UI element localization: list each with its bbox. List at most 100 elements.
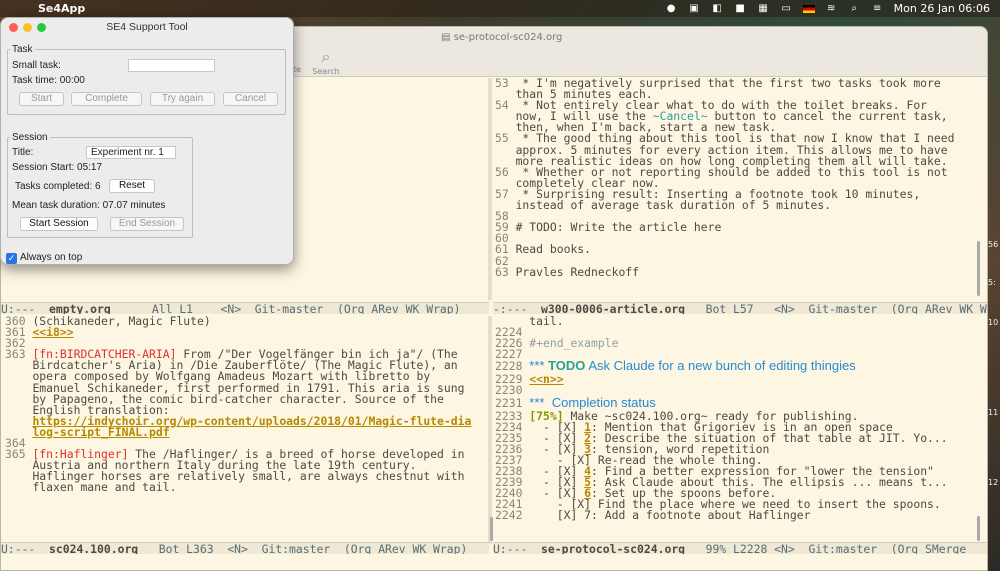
line-text: Pravles Redneckoff <box>515 264 640 279</box>
session-start-readout: Session Start: 05:17 <box>12 162 103 173</box>
modeline-empty-org[interactable]: U:--- empty.org All L1 <N> Git-master (O… <box>1 302 489 314</box>
line-text: instead of average task duration of 5 mi… <box>515 198 832 213</box>
modeline-info: 99% L2228 <N> Git:master (Org SMerge <box>685 542 967 554</box>
scrollbar-protocol[interactable] <box>977 516 980 541</box>
line-text: Read books. <box>515 242 592 257</box>
background-window-edge: 5: <box>988 278 996 287</box>
editor-line[interactable]: 361 <<i8>> <box>5 325 487 340</box>
heading-text: Ask Claude for a new bunch of editing th… <box>585 358 856 374</box>
org-link: <<i8>> <box>32 325 74 340</box>
cancel-task-button[interactable]: Cancel <box>223 92 278 106</box>
document-icon: ▤ <box>441 32 454 43</box>
window-icon[interactable]: ▭ <box>780 3 793 14</box>
modeline-status: U:--- <box>493 542 542 554</box>
modeline-sc024-org[interactable]: U:--- sc024.100.org Bot L363 <N> Git:mas… <box>1 542 489 554</box>
menubar: Se4App ● ▣ ◧ ■ ▦ ▭ ≋ ⌕ ≡ Mon 26 Jan 06:0… <box>0 0 1000 17</box>
lock-icon[interactable]: ▣ <box>688 3 701 14</box>
line-text: tail. <box>529 316 564 328</box>
editor-pane-protocol[interactable]: tail. 2224 2226 #+end_example 2227 2228 **… <box>495 316 973 542</box>
line-text: flaxen mane and tail. <box>32 480 177 495</box>
editor-line[interactable]: flaxen mane and tail. <box>5 482 487 493</box>
editor-line[interactable]: 2228 *** TODO Ask Claude for a new bunch… <box>495 358 973 374</box>
toolbar-search-button[interactable]: ⌕ Search <box>311 47 341 76</box>
modeline-info: Bot L57 <N> Git-master (Org ARev WK Wrap… <box>685 302 988 314</box>
search-icon[interactable]: ⌕ <box>848 3 861 14</box>
always-on-top-label[interactable]: Always on top <box>20 252 82 263</box>
heading-stars: *** <box>529 394 549 410</box>
editor-line[interactable]: 2226 #+end_example <box>495 336 973 351</box>
task-time-readout: Task time: 00:00 <box>12 75 85 86</box>
square-status-icon[interactable]: ■ <box>734 3 747 14</box>
grid-icon[interactable]: ▦ <box>757 3 770 14</box>
org-heading: *** TODO Ask Claude for a new bunch of e… <box>529 358 855 373</box>
window-divider[interactable] <box>488 78 492 300</box>
circle-status-icon[interactable]: ● <box>665 3 678 14</box>
reset-button[interactable]: Reset <box>109 179 155 193</box>
heading-stars: *** <box>529 358 549 374</box>
status-icon[interactable]: ◧ <box>711 3 724 14</box>
modeline-info: All L1 <N> Git-master (Org ARev WK Wrap) <box>110 302 461 314</box>
org-link: log-script_FINAL.pdf <box>32 424 170 439</box>
small-task-input[interactable] <box>128 59 215 72</box>
editor-line[interactable]: log-script_FINAL.pdf <box>5 424 487 439</box>
background-window-edge: 56 <box>988 240 999 249</box>
always-on-top-checkbox[interactable]: ✓ <box>6 253 17 264</box>
editor-line[interactable]: 61 Read books. <box>495 244 965 255</box>
scrollbar-sc024[interactable] <box>490 517 493 541</box>
window-divider[interactable] <box>488 316 492 544</box>
line-text: # TODO: Write the article here <box>515 220 722 235</box>
modeline-buffer-name: sc024.100.org <box>49 542 139 554</box>
se4-support-tool-dialog: SE4 Support Tool Task Small task: Task t… <box>0 17 294 265</box>
task-time-value: 00:00 <box>59 75 85 86</box>
editor-line[interactable]: tail. <box>495 316 973 327</box>
line-number: 2231 <box>495 395 530 410</box>
background-window-edge: 12 <box>988 478 999 487</box>
editor-pane-article[interactable]: 53 * I'm negatively surprised that the f… <box>495 78 965 298</box>
editor-line[interactable]: 2229 <<n>> <box>495 374 973 385</box>
modeline-buffer-name: w300-0006-article.org <box>541 302 686 314</box>
modeline-buffer-name: empty.org <box>49 302 111 314</box>
complete-task-button[interactable]: Complete <box>71 92 142 106</box>
close-window-icon[interactable] <box>9 23 18 32</box>
editor-line[interactable]: 63 Pravles Redneckoff <box>495 264 965 279</box>
modeline-status: U:--- <box>1 302 50 314</box>
session-title-input[interactable]: Experiment nr. 1 <box>86 146 176 159</box>
editor-pane-sc024[interactable]: 360 (Schikaneder, Magic Flute) 361 <<i8>>… <box>5 316 487 542</box>
control-center-icon[interactable]: ≡ <box>871 3 884 14</box>
line-number <box>5 480 32 494</box>
wifi-icon[interactable]: ≋ <box>825 3 838 14</box>
line-number: 2228 <box>495 359 530 374</box>
zoom-window-icon[interactable] <box>37 23 46 32</box>
session-title-label: Title: <box>12 147 34 158</box>
editor-line[interactable]: instead of average task duration of 5 mi… <box>495 198 965 213</box>
window-title: ▤ se-protocol-sc024.org <box>441 32 563 43</box>
modeline-buffer-name: se-protocol-sc024.org <box>541 542 686 554</box>
german-flag-icon[interactable] <box>802 4 815 13</box>
menubar-clock[interactable]: Mon 26 Jan 06:06 <box>894 2 990 15</box>
scrollbar-article[interactable] <box>977 241 980 296</box>
end-session-button[interactable]: End Session <box>110 217 184 231</box>
mean-duration-value: 07.07 minutes <box>102 200 166 211</box>
editor-line[interactable]: 59 # TODO: Write the article here <box>495 222 965 233</box>
minimize-window-icon[interactable] <box>23 23 32 32</box>
modeline-protocol-org[interactable]: U:--- se-protocol-sc024.org 99% L2228 <N… <box>493 542 987 554</box>
todo-keyword: TODO <box>548 358 586 374</box>
start-task-button[interactable]: Start <box>19 92 64 106</box>
mean-duration-readout: Mean task duration: 07.07 minutes <box>12 200 166 211</box>
modeline-article-org[interactable]: -:--- w300-0006-article.org Bot L57 <N> … <box>493 302 988 314</box>
modeline-status: U:--- <box>1 542 50 554</box>
menubar-app-name[interactable]: Se4App <box>38 2 85 15</box>
toolbar-partial-label: te <box>293 65 302 74</box>
try-again-button[interactable]: Try again <box>150 92 215 106</box>
small-task-label: Small task: <box>12 60 61 71</box>
search-icon: ⌕ <box>321 47 331 66</box>
line-text: #+end_example <box>529 336 619 351</box>
editor-line[interactable]: 360 (Schikaneder, Magic Flute) <box>5 316 487 327</box>
background-window-edge: 10 <box>988 318 999 327</box>
session-start-value: 05:17 <box>77 162 103 173</box>
start-session-button[interactable]: Start Session <box>20 217 98 231</box>
line-text: [X] 7: Add a footnote about Haflinger <box>529 508 811 523</box>
editor-line[interactable]: 2242 [X] 7: Add a footnote about Hafling… <box>495 510 973 521</box>
tasks-completed-readout: Tasks completed: 6 <box>15 181 101 192</box>
line-number: 63 <box>495 264 516 279</box>
